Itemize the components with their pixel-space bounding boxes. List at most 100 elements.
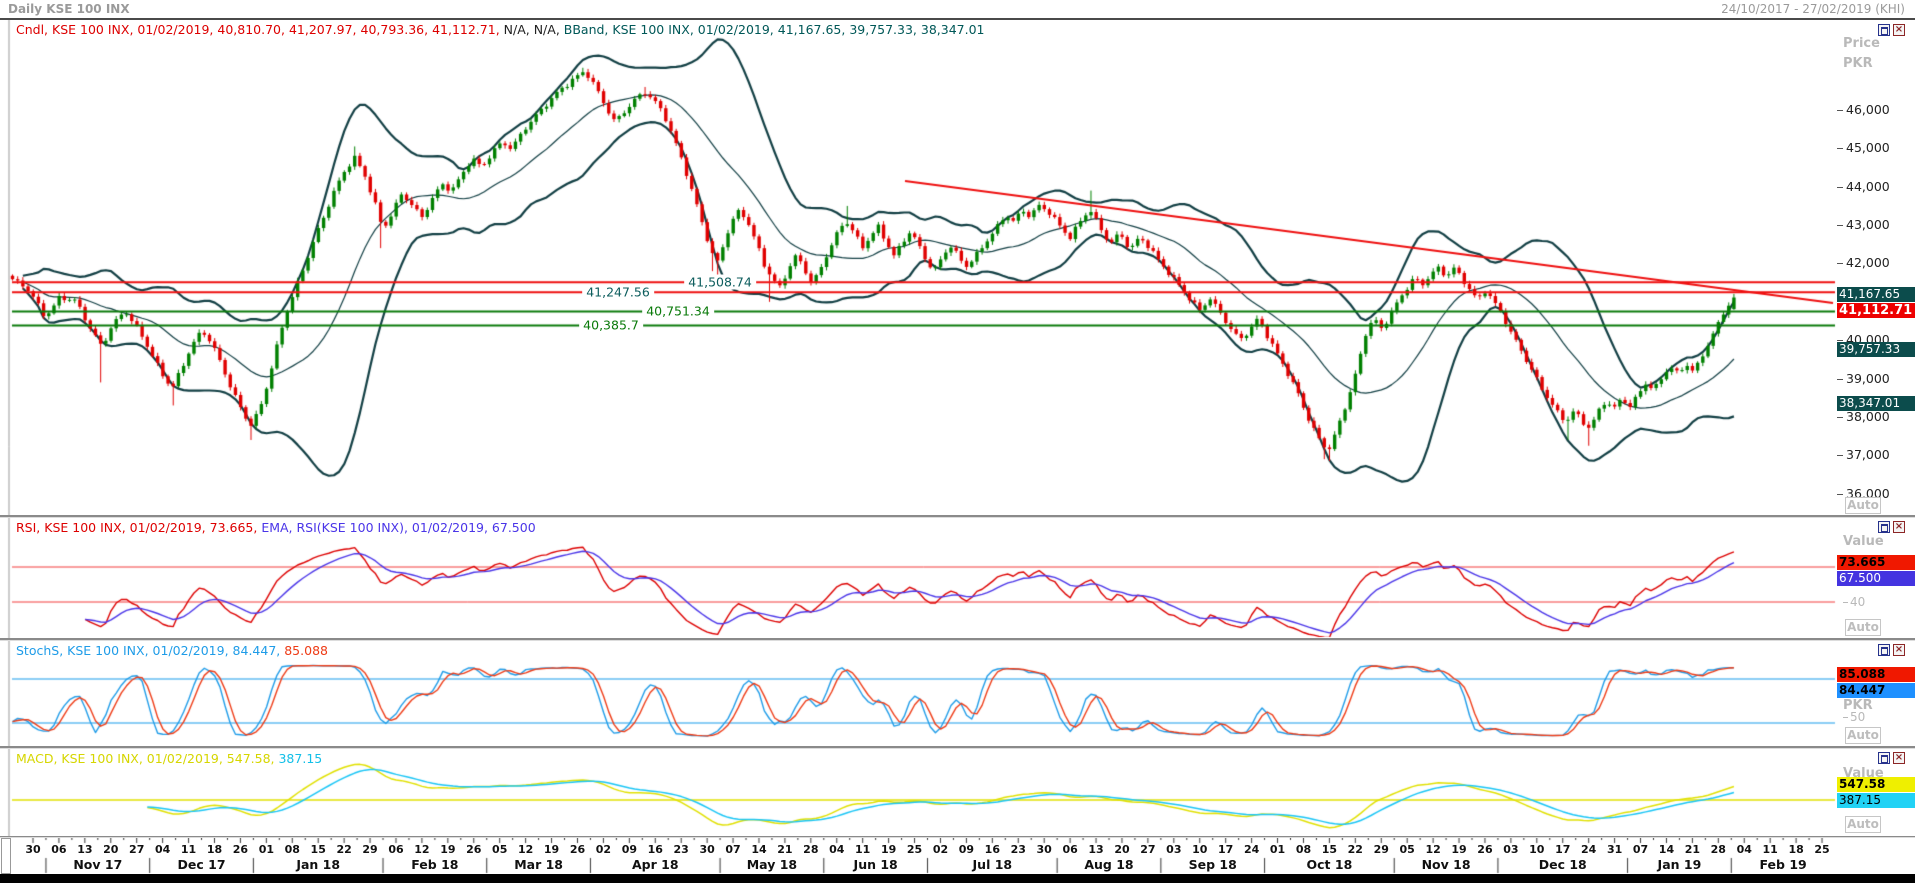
x-axis-day-label: 11: [181, 843, 196, 856]
x-axis-month-label: Sep 18: [1189, 857, 1237, 872]
x-axis-day-label: 20: [1114, 843, 1129, 856]
x-axis-day-label: 01: [1270, 843, 1285, 856]
x-axis-day-label: 30: [1037, 843, 1052, 856]
x-axis-day-label: 09: [959, 843, 974, 856]
auto-scale-button-stoch[interactable]: Auto: [1845, 727, 1881, 744]
restore-icon[interactable]: [1878, 24, 1890, 36]
price-axis-tick-label: 43,000: [1837, 217, 1890, 232]
auto-scale-button-macd[interactable]: Auto: [1845, 816, 1881, 833]
price-axis-tick-label: 45,000: [1837, 140, 1890, 155]
x-axis-month-label: Aug 18: [1084, 857, 1133, 872]
x-axis-day-label: 28: [803, 843, 818, 856]
stoch-pane-window-icons: ×: [1878, 644, 1908, 657]
rsi-axis-title: Value: [1843, 534, 1884, 549]
date-range-label: 24/10/2017 - 27/02/2019 (KHI): [1721, 2, 1905, 16]
x-axis-day-label: 05: [492, 843, 507, 856]
price-axis-unit: PKR: [1843, 56, 1873, 71]
x-axis-day-label: 13: [1088, 843, 1103, 856]
price-axis-tick-label: 42,000: [1837, 255, 1890, 270]
x-axis-day-label: 16: [985, 843, 1000, 856]
bband-legend: BBand, KSE 100 INX, 01/02/2019, 41,167.6…: [564, 22, 985, 37]
price-axis-tick-label: 39,000: [1837, 371, 1890, 386]
x-axis-day-label: 07: [1633, 843, 1648, 856]
value-box: 41,112.71: [1837, 303, 1915, 318]
x-axis-day-label: 28: [1711, 843, 1726, 856]
x-axis-day-label: 06: [1062, 843, 1077, 856]
x-axis-month-label: Jan 18: [296, 857, 340, 872]
restore-icon[interactable]: [1878, 752, 1890, 764]
x-axis-day-label: 25: [1814, 843, 1829, 856]
main-legend: Cndl, KSE 100 INX, 01/02/2019, 40,810.70…: [16, 22, 985, 37]
value-box: 41,167.65: [1837, 287, 1915, 302]
price-axis-tick-label: 44,000: [1837, 179, 1890, 194]
x-axis-month-label: Dec 17: [178, 857, 226, 872]
scroll-corner: [1, 838, 11, 874]
restore-icon[interactable]: [1878, 644, 1890, 656]
pane-separator[interactable]: [0, 638, 1915, 641]
x-axis-day-label: 05: [1400, 843, 1415, 856]
x-axis-day-label: 12: [414, 843, 429, 856]
value-box: 38,347.01: [1837, 396, 1915, 411]
x-axis-day-label: 17: [1218, 843, 1233, 856]
rsi-legend-ema: EMA, RSI(KSE 100 INX), 01/02/2019, 67.50…: [261, 520, 535, 535]
x-axis-day-label: 19: [544, 843, 559, 856]
close-icon[interactable]: ×: [1893, 521, 1905, 533]
rsi-legend-main: RSI, KSE 100 INX, 01/02/2019, 73.665,: [16, 520, 261, 535]
stoch-guide-label: 50: [1843, 710, 1865, 724]
x-axis-day-label: 27: [129, 843, 144, 856]
x-axis-day-label: 11: [855, 843, 870, 856]
value-box: 547.58: [1837, 777, 1915, 792]
restore-icon[interactable]: [1878, 521, 1890, 533]
x-axis-day-label: 14: [1659, 843, 1674, 856]
x-axis-day-label: 01: [259, 843, 274, 856]
volume-legend: N/A, N/A,: [504, 22, 564, 37]
macd-legend: MACD, KSE 100 INX, 01/02/2019, 547.58, 3…: [16, 751, 322, 766]
value-box: 67.500: [1837, 571, 1915, 586]
x-axis-day-label: 20: [103, 843, 118, 856]
x-axis-day-label: 13: [77, 843, 92, 856]
x-axis-day-label: 09: [622, 843, 637, 856]
x-axis-day-label: 25: [907, 843, 922, 856]
x-axis-day-label: 12: [1425, 843, 1440, 856]
x-axis-day-label: 03: [1503, 843, 1518, 856]
x-axis-day-label: 15: [311, 843, 326, 856]
price-axis-tick-label: 37,000: [1837, 447, 1890, 462]
x-axis-day-label: 10: [1192, 843, 1207, 856]
price-axis-title: Price: [1843, 36, 1880, 51]
close-icon[interactable]: ×: [1893, 24, 1905, 36]
x-axis-day-label: 02: [596, 843, 611, 856]
value-box: 73.665: [1837, 555, 1915, 570]
value-box: 39,757.33: [1837, 342, 1915, 357]
x-axis-month-label: Nov 17: [73, 857, 122, 872]
auto-scale-button-main[interactable]: Auto: [1845, 497, 1881, 514]
auto-scale-button-rsi[interactable]: Auto: [1845, 619, 1881, 636]
pane-separator[interactable]: [0, 515, 1915, 518]
x-axis-month-label: Jul 18: [973, 857, 1013, 872]
x-axis-day-label: 30: [25, 843, 40, 856]
value-box: 387.15: [1837, 793, 1915, 808]
x-axis-day-label: 29: [362, 843, 377, 856]
x-axis-day-label: 21: [777, 843, 792, 856]
axis-separator: [0, 836, 1915, 838]
value-box: 85.088: [1837, 667, 1915, 682]
macd-pane-window-icons: ×: [1878, 752, 1908, 765]
candle-legend: Cndl, KSE 100 INX, 01/02/2019, 40,810.70…: [16, 22, 504, 37]
x-axis-day-label: 24: [1581, 843, 1596, 856]
x-axis-day-label: 15: [1322, 843, 1337, 856]
x-axis-day-label: 17: [1555, 843, 1570, 856]
x-axis-month-label: Feb 19: [1760, 857, 1807, 872]
main-pane-window-icons: ×: [1878, 24, 1908, 37]
x-axis-month-label: Jan 19: [1658, 857, 1702, 872]
close-icon[interactable]: ×: [1893, 752, 1905, 764]
x-axis-day-label: 19: [881, 843, 896, 856]
x-axis-month-label: May 18: [747, 857, 797, 872]
pane-separator[interactable]: [0, 746, 1915, 749]
x-axis-day-label: 06: [51, 843, 66, 856]
x-axis-day-label: 14: [751, 843, 766, 856]
x-axis-day-label: 04: [1737, 843, 1752, 856]
x-axis-day-label: 26: [570, 843, 585, 856]
rsi-legend: RSI, KSE 100 INX, 01/02/2019, 73.665, EM…: [16, 520, 536, 535]
close-icon[interactable]: ×: [1893, 644, 1905, 656]
chart-title-bar: Daily KSE 100 INX 24/10/2017 - 27/02/201…: [0, 0, 1915, 20]
x-axis-month-label: Mar 18: [514, 857, 563, 872]
